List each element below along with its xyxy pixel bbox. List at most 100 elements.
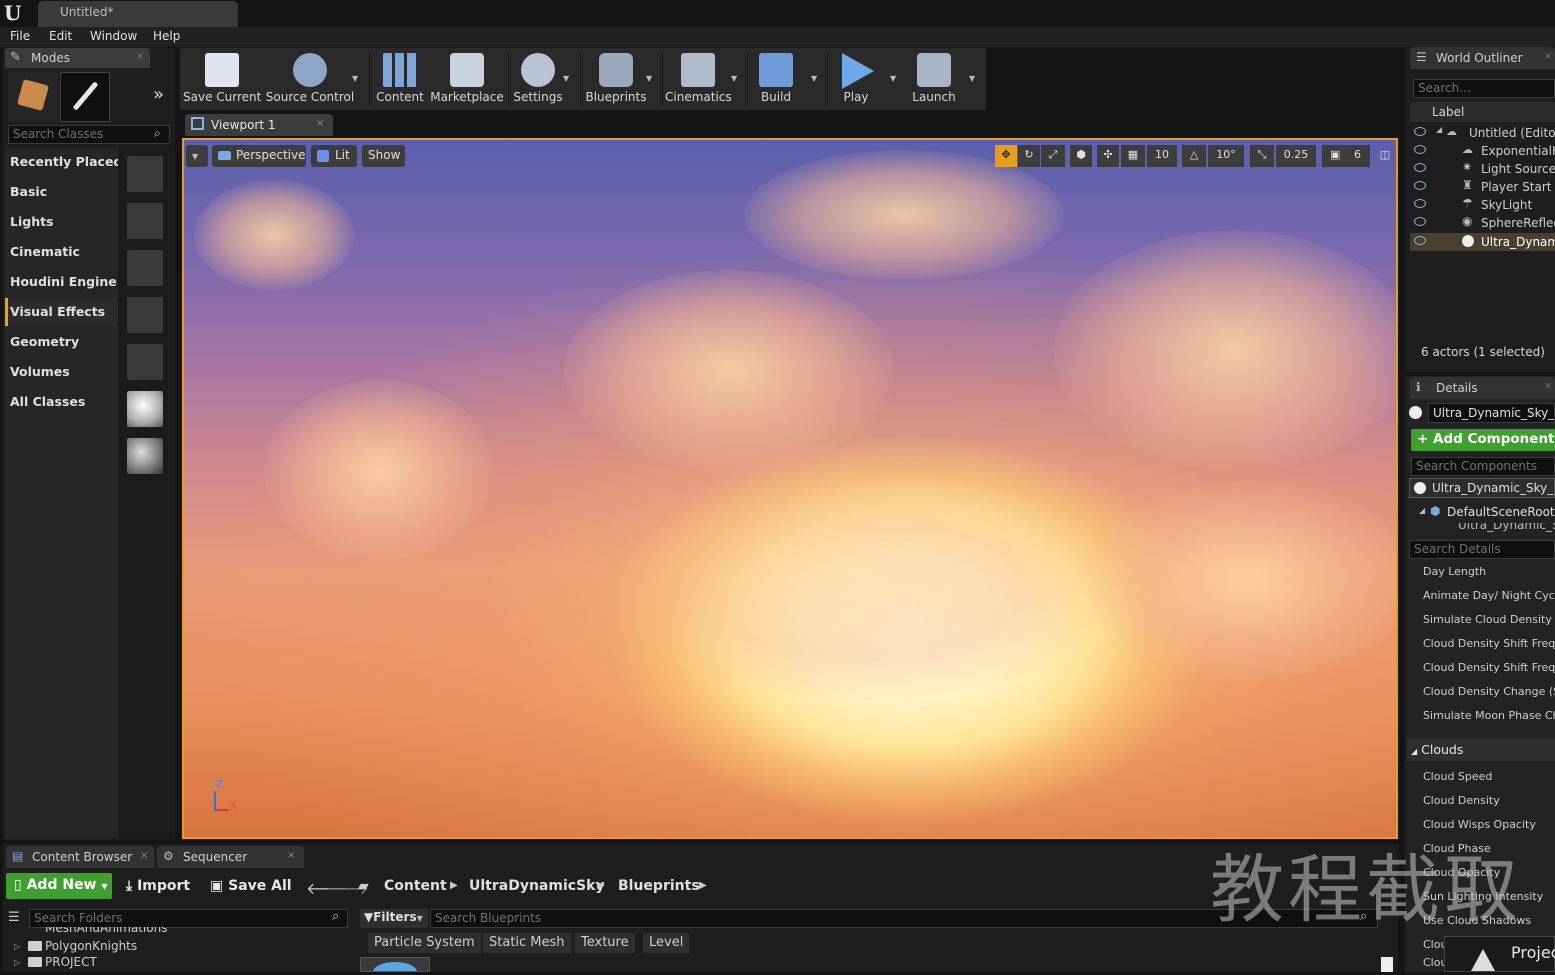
visibility-eye-icon[interactable] (1414, 163, 1426, 172)
category-recently-placed[interactable]: Recently Placed (5, 148, 118, 176)
add-component-button[interactable]: + Add Component ▼ (1411, 429, 1555, 451)
close-icon[interactable]: × (1544, 381, 1552, 392)
play-dropdown-icon[interactable]: ▼ (890, 74, 896, 83)
content-browser-tab[interactable]: ▤ Content Browser × (6, 846, 154, 868)
sources-panel-toggle-icon[interactable]: ☰ (8, 910, 20, 925)
expand-arrow-icon[interactable]: ◢ (1436, 125, 1442, 134)
category-lights[interactable]: Lights (5, 208, 118, 236)
build-dropdown-icon[interactable]: ▼ (811, 74, 817, 83)
visibility-eye-icon[interactable] (1414, 181, 1426, 190)
category-volumes[interactable]: Volumes (5, 358, 118, 386)
world-outliner-tab[interactable]: ☰ World Outliner × (1410, 47, 1555, 69)
blueprints-dropdown-icon[interactable]: ▼ (646, 74, 652, 83)
breadcrumb-separator-icon[interactable]: ▶ (450, 880, 458, 891)
viewport-options-button[interactable]: ▼ (186, 145, 208, 167)
property-day-length[interactable]: Day Length (1409, 560, 1555, 584)
close-icon[interactable]: × (140, 850, 148, 861)
cinematics-button[interactable]: Cinematics (665, 48, 731, 110)
show-button[interactable]: Show (362, 145, 405, 167)
breadcrumb-ultradynamicsky[interactable]: UltraDynamicSky (469, 878, 605, 894)
category-geometry[interactable]: Geometry (5, 328, 118, 356)
lit-button[interactable]: Lit (311, 145, 357, 167)
breadcrumb-separator-icon[interactable]: ▶ (597, 880, 605, 891)
scale-snap-value[interactable]: 0.25 (1276, 145, 1316, 167)
close-icon[interactable]: × (287, 850, 295, 861)
sequencer-tab[interactable]: ⚙ Sequencer × (157, 846, 304, 868)
asset-thumbnail[interactable] (360, 957, 430, 972)
menu-window[interactable]: Window (90, 29, 137, 43)
class-icon-atmosphere[interactable] (127, 250, 163, 286)
maximize-viewport-icon[interactable]: ◫ (1376, 145, 1394, 167)
menu-help[interactable]: Help (153, 29, 180, 43)
content-button[interactable]: Content (373, 48, 427, 110)
visibility-eye-icon[interactable] (1414, 217, 1426, 226)
property-cloud-speed[interactable]: Cloud Speed (1409, 765, 1555, 789)
notification-popup[interactable]: Projec (1444, 936, 1555, 972)
close-icon[interactable]: × (136, 51, 144, 62)
outliner-row[interactable]: ☁ ExponentialH (1410, 142, 1555, 160)
breadcrumb-separator-icon[interactable]: ▶ (699, 880, 707, 891)
property-animate-day-night[interactable]: Animate Day/ Night Cycle (1409, 584, 1555, 608)
filter-chip-level[interactable]: Level (643, 933, 690, 953)
visibility-eye-icon[interactable] (1414, 199, 1426, 208)
category-houdini-engine[interactable]: Houdini Engine (5, 268, 118, 296)
outliner-col-label[interactable]: Label (1432, 105, 1464, 119)
class-icon-sphere[interactable] (127, 391, 163, 427)
outliner-row[interactable]: ◢ ☁ Untitled (Editor) (1410, 124, 1555, 142)
breadcrumb-content[interactable]: Content (384, 878, 447, 894)
translate-tool-icon[interactable]: ✥ (995, 145, 1017, 167)
save-current-button[interactable]: Save Current (183, 48, 261, 110)
component-root-row[interactable]: Ultra_Dynamic_Sky_BP (1409, 478, 1555, 498)
outliner-row[interactable]: ◉ SphereReflect (1410, 214, 1555, 232)
outliner-row[interactable]: ♜ Player Start (1410, 178, 1555, 196)
filter-chip-particle-system[interactable]: Particle System (368, 933, 481, 953)
property-cloud-density-shift-2[interactable]: Cloud Density Shift Freque (1409, 656, 1555, 680)
blueprints-button[interactable]: Blueprints (583, 48, 649, 110)
category-cinematic[interactable]: Cinematic (5, 238, 118, 266)
search-classes-input[interactable]: Search Classes (8, 125, 170, 144)
scale-snap-icon[interactable]: ⤡ (1250, 145, 1274, 167)
menu-edit[interactable]: Edit (49, 29, 72, 43)
category-basic[interactable]: Basic (5, 178, 118, 206)
sub-component-row[interactable]: Ultra_Dynamic_Sk (1440, 523, 1555, 532)
filters-button[interactable]: ▼Filters▼ (360, 909, 428, 928)
filter-chip-texture[interactable]: Texture (575, 933, 635, 953)
property-simulate-moon-phase[interactable]: Simulate Moon Phase Cha (1409, 704, 1555, 728)
class-icon-fog[interactable] (127, 203, 163, 239)
paint-mode-button[interactable] (60, 72, 110, 122)
visibility-eye-icon[interactable] (1414, 236, 1426, 245)
place-mode-button[interactable] (8, 72, 58, 122)
scale-tool-icon[interactable]: ⤢ (1041, 145, 1065, 167)
actor-name-input[interactable]: Ultra_Dynamic_Sky_BP (1428, 403, 1555, 423)
search-components-input[interactable]: Search Components (1411, 457, 1555, 476)
import-button[interactable]: ⤓ Import (120, 875, 196, 899)
rotation-snap-value[interactable]: 10° (1208, 145, 1244, 167)
outliner-row[interactable]: ☂ SkyLight (1410, 196, 1555, 214)
rotation-snap-icon[interactable]: △ (1182, 145, 1206, 167)
camera-speed-button[interactable]: ▣ 6 (1322, 145, 1370, 167)
class-icon-decal[interactable] (127, 156, 163, 192)
launch-button[interactable]: Launch (905, 48, 963, 110)
cinematics-dropdown-icon[interactable]: ▼ (731, 74, 737, 83)
filter-chip-static-mesh[interactable]: Static Mesh (483, 933, 571, 953)
category-visual-effects[interactable]: Visual Effects (5, 298, 118, 326)
visibility-eye-icon[interactable] (1414, 145, 1426, 154)
surface-snap-icon[interactable]: ✣ (1097, 145, 1119, 167)
breadcrumb-blueprints[interactable]: Blueprints (618, 878, 700, 894)
category-all-classes[interactable]: All Classes (5, 388, 118, 416)
play-button[interactable]: Play (830, 48, 882, 110)
add-new-button[interactable]: ▯ Add New ▼ (6, 873, 112, 899)
class-icon-box-reflection[interactable] (127, 344, 163, 380)
scrollbar-thumb[interactable] (1381, 957, 1393, 972)
expand-arrow-icon[interactable]: ◢ (1419, 506, 1425, 515)
folder-row[interactable]: MeshAndAnimations (45, 927, 305, 936)
viewport-tab[interactable]: Viewport 1 × (185, 114, 333, 136)
property-cloud-density[interactable]: Cloud Density (1409, 789, 1555, 813)
outliner-row[interactable]: ✷ Light Source (1410, 160, 1555, 178)
source-control-dropdown-icon[interactable]: ▼ (352, 74, 358, 83)
launch-dropdown-icon[interactable]: ▼ (969, 74, 975, 83)
property-cloud-density-change[interactable]: Cloud Density Change (Sm (1409, 680, 1555, 704)
grid-snap-value[interactable]: 10 (1147, 145, 1177, 167)
world-local-icon[interactable]: ⬢ (1070, 145, 1092, 167)
level-viewport[interactable]: Z X (182, 138, 1398, 839)
